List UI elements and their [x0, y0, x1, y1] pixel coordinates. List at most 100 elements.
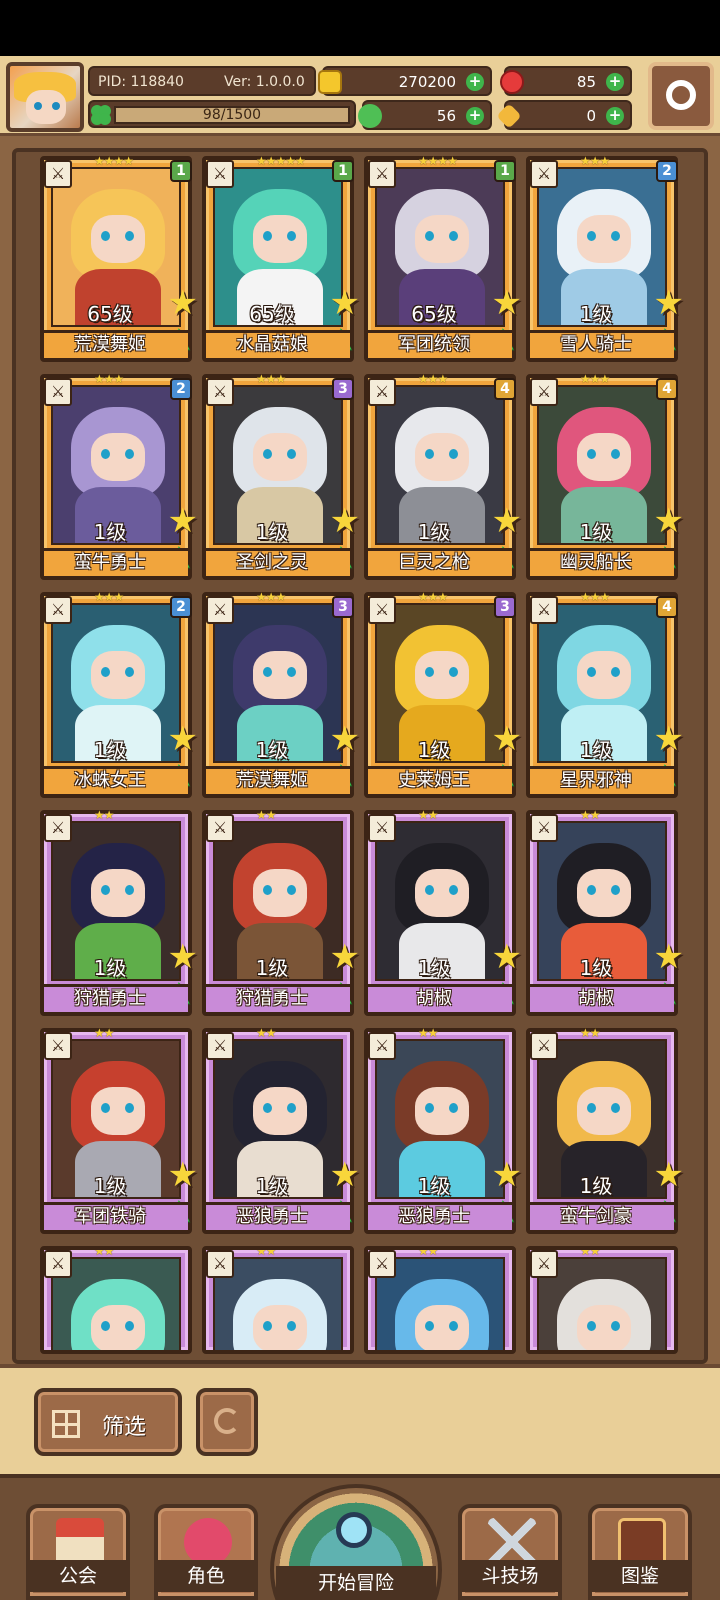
- character-name: 幽灵船长: [560, 552, 632, 573]
- character-card[interactable]: ⚔ ★★: [364, 1246, 516, 1354]
- character-card[interactable]: ⚔★★★21级★▲冰蛛女王: [40, 590, 198, 798]
- weapon-type-icon: ⚔: [530, 1250, 558, 1278]
- tier-badge: 4: [494, 378, 516, 400]
- weapon-type-icon: ⚔: [368, 160, 396, 188]
- rarity-stars: ★★★: [256, 372, 286, 386]
- nav-arena[interactable]: 斗技场: [458, 1504, 562, 1600]
- crossed-swords-icon: [488, 1518, 536, 1566]
- character-card[interactable]: ⚔★★1级★▲恶狼勇士: [202, 1026, 360, 1234]
- rarity-stars: ★★★★: [94, 154, 134, 168]
- weapon-type-icon: ⚔: [530, 378, 558, 406]
- character-card[interactable]: ⚔★★★21级★▲蛮牛勇士: [40, 372, 198, 580]
- rarity-stars: ★★★: [580, 372, 610, 386]
- clover-icon: [358, 104, 382, 128]
- character-name: 水晶菇娘: [236, 334, 308, 355]
- ruby-gem-icon: [500, 70, 524, 94]
- star-upgrade-icon: ★: [167, 937, 198, 977]
- star-upgrade-icon: ★: [653, 937, 684, 977]
- clover-counter: 56 +: [358, 100, 492, 130]
- character-name: 蛮牛勇士: [74, 552, 146, 573]
- rarity-stars: ★★★: [94, 372, 124, 386]
- character-card[interactable]: ⚔★★1级★▲狩猎勇士: [202, 808, 360, 1016]
- start-adventure-label: 开始冒险: [276, 1566, 436, 1600]
- star-upgrade-icon: ★: [167, 501, 198, 541]
- weapon-type-icon: ⚔: [530, 1032, 558, 1060]
- character-card[interactable]: ⚔★★★31级★▲荒漠舞姬: [202, 590, 360, 798]
- weapon-type-icon: ⚔: [206, 1250, 234, 1278]
- add-gold-button[interactable]: +: [466, 73, 484, 91]
- nav-codex[interactable]: 图鉴: [588, 1504, 692, 1600]
- rarity-stars: ★★★: [580, 154, 610, 168]
- character-card[interactable]: ⚔★★★41级★▲幽灵船长: [526, 372, 684, 580]
- rarity-stars: ★★: [580, 1026, 600, 1040]
- star-upgrade-icon: ★: [653, 501, 684, 541]
- character-name: 荒漠舞姬: [236, 770, 308, 791]
- character-name: 蛮牛剑豪: [560, 1206, 632, 1227]
- filter-label: 筛选: [102, 1415, 147, 1440]
- character-card[interactable]: ⚔★★1级★▲胡椒: [526, 808, 684, 1016]
- character-level: 1级: [93, 520, 127, 544]
- rarity-stars: ★★: [418, 1026, 438, 1040]
- character-card[interactable]: ⚔ ★★: [202, 1246, 354, 1354]
- character-card[interactable]: ⚔★★1级★▲狩猎勇士: [40, 808, 198, 1016]
- character-card[interactable]: ⚔★★★★★165级★▲水晶菇娘: [202, 154, 360, 362]
- character-level: 1级: [579, 1174, 613, 1198]
- player-avatar[interactable]: [6, 62, 84, 132]
- filter-button[interactable]: 筛选: [34, 1388, 182, 1456]
- character-card[interactable]: ⚔★★★★165级★▲军团统领: [364, 154, 522, 362]
- status-bar: [0, 0, 720, 56]
- character-level: 65级: [411, 302, 457, 326]
- weapon-type-icon: ⚔: [206, 814, 234, 842]
- rarity-stars: ★★: [418, 1246, 438, 1258]
- add-gem-button[interactable]: +: [606, 73, 624, 91]
- weapon-type-icon: ⚔: [206, 596, 234, 624]
- weapon-type-icon: ⚔: [368, 1032, 396, 1060]
- character-card[interactable]: ⚔★★★41级★▲巨灵之枪: [364, 372, 522, 580]
- star-upgrade-icon: ★: [491, 501, 522, 541]
- character-card[interactable]: ⚔★★★★165级★▲荒漠舞姬: [40, 154, 198, 362]
- character-level: 1级: [93, 738, 127, 762]
- exp-value: 98/1500: [202, 107, 262, 123]
- gem-counter: 85 +: [500, 66, 632, 96]
- gold-value: 270200: [398, 73, 456, 91]
- rarity-stars: ★★: [94, 1026, 114, 1040]
- weapon-type-icon: ⚔: [530, 814, 558, 842]
- character-card[interactable]: ⚔★★1级★▲胡椒: [364, 808, 522, 1016]
- start-adventure-button[interactable]: 开始冒险: [266, 1478, 446, 1600]
- character-card[interactable]: ⚔★★★21级★▲雪人骑士: [526, 154, 684, 362]
- character-card[interactable]: ⚔ ★★: [40, 1246, 192, 1354]
- settings-button[interactable]: [648, 62, 714, 130]
- character-card[interactable]: ⚔★★★31级★▲史莱姆王: [364, 590, 522, 798]
- rarity-stars: ★★★: [418, 590, 448, 604]
- character-card[interactable]: ⚔★★1级★▲恶狼勇士: [364, 1026, 522, 1234]
- character-icon: [184, 1518, 232, 1566]
- character-card[interactable]: ⚔★★★41级★▲星界邪神: [526, 590, 684, 798]
- add-key-button[interactable]: +: [606, 107, 624, 125]
- weapon-type-icon: ⚔: [368, 596, 396, 624]
- reset-filter-button[interactable]: [196, 1388, 258, 1456]
- rarity-stars: ★★★: [580, 590, 610, 604]
- star-upgrade-icon: ★: [653, 719, 684, 759]
- character-level: 1级: [93, 956, 127, 980]
- character-level: 1级: [417, 1174, 451, 1198]
- gem-value: 85: [576, 73, 596, 91]
- star-upgrade-icon: ★: [167, 719, 198, 759]
- character-card[interactable]: ⚔★★★31级★▲圣剑之灵: [202, 372, 360, 580]
- nav-arena-label: 斗技场: [462, 1560, 558, 1592]
- weapon-type-icon: ⚔: [44, 1032, 72, 1060]
- key-icon: [496, 103, 522, 129]
- nav-codex-label: 图鉴: [592, 1560, 688, 1592]
- top-header: PID: 118840 Ver: 1.0.0.0 98/1500 270200 …: [0, 56, 720, 136]
- character-name: 荒漠舞姬: [74, 334, 146, 355]
- grid-icon: [52, 1410, 80, 1438]
- character-card[interactable]: ⚔★★1级★▲军团铁骑: [40, 1026, 198, 1234]
- player-info-panel: PID: 118840 Ver: 1.0.0.0: [88, 66, 316, 96]
- add-clover-button[interactable]: +: [466, 107, 484, 125]
- card-grid-frame[interactable]: ⚔★★★★165级★▲荒漠舞姬⚔★★★★★165级★▲水晶菇娘⚔★★★★165级…: [12, 148, 708, 1364]
- nav-guild[interactable]: 公会: [26, 1504, 130, 1600]
- avatar-face: [26, 90, 66, 124]
- tier-badge: 3: [332, 378, 354, 400]
- character-card[interactable]: ⚔★★1级★▲蛮牛剑豪: [526, 1026, 684, 1234]
- character-card[interactable]: ⚔ ★★: [526, 1246, 678, 1354]
- nav-characters[interactable]: 角色: [154, 1504, 258, 1600]
